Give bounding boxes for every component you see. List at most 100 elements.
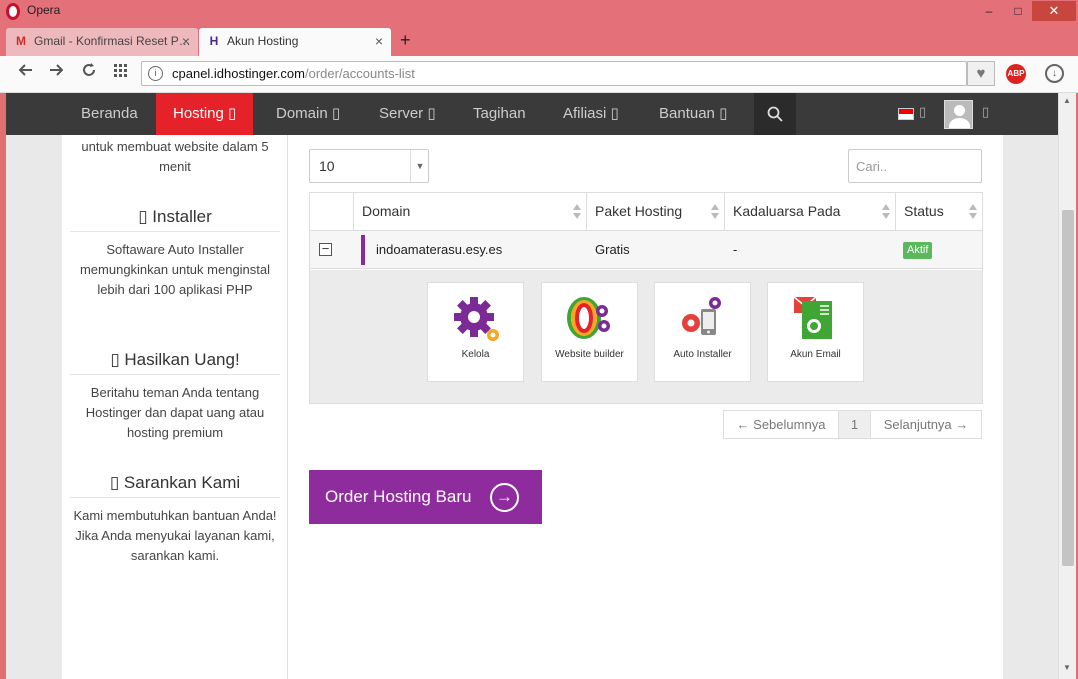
sort-icon [573, 204, 581, 220]
language-flag-icon[interactable] [898, 108, 914, 120]
action-website-builder-button[interactable]: Website builder [541, 282, 638, 382]
order-hosting-button[interactable]: Order Hosting Baru → [309, 470, 542, 524]
cell-domain: indoamaterasu.esy.es [376, 242, 503, 257]
close-window-button[interactable]: ✕ [1032, 1, 1076, 21]
nav-hosting[interactable]: Hosting ▯ [156, 93, 254, 141]
app-title[interactable]: Opera [27, 3, 60, 17]
scroll-up-icon[interactable]: ▲ [1063, 96, 1071, 105]
action-label: Auto Installer [673, 349, 732, 360]
sort-icon [969, 204, 977, 220]
sidebar-intro-text: untuk membuat website dalam 5 menit [81, 139, 269, 174]
reload-icon [83, 63, 95, 76]
scroll-down-icon[interactable]: ▼ [1063, 663, 1071, 672]
pagination-next-button[interactable]: Selanjutnya → [870, 410, 982, 439]
hostinger-icon: H [209, 34, 219, 48]
address-bar: i cpanel.idhostinger.com/order/accounts-… [0, 56, 1078, 93]
action-auto-installer-button[interactable]: Auto Installer [654, 282, 751, 382]
sidebar-title-hasilkan-uang: ▯ Hasilkan Uang! [70, 345, 280, 375]
table-row[interactable]: − indoamaterasu.esy.es Gratis - Aktif [310, 231, 982, 269]
nav-server[interactable]: Server ▯ [362, 93, 453, 135]
sidebar-title-sarankan-kami: ▯ Sarankan Kami [70, 468, 280, 498]
auto-installer-icon [682, 297, 721, 335]
language-caret-icon[interactable]: ▯ [919, 104, 926, 120]
nav-beranda[interactable]: Beranda [64, 93, 155, 135]
tab-gmail[interactable]: M Gmail - Konfirmasi Reset P… × [6, 28, 198, 56]
dropdown-caret-icon: ▯ [427, 105, 436, 122]
sort-icon [711, 204, 719, 220]
sidebar-title-installer: ▯ Installer [70, 202, 280, 232]
url-input[interactable]: i cpanel.idhostinger.com/order/accounts-… [141, 61, 967, 86]
table-search-input[interactable] [848, 149, 982, 183]
action-email-account-button[interactable]: Akun Email [767, 282, 864, 382]
page-viewport: Beranda Hosting ▯ Domain ▯ Server ▯ Tagi… [6, 93, 1058, 679]
back-button[interactable] [15, 63, 37, 83]
pagination-page-1[interactable]: 1 [838, 410, 871, 439]
user-menu-caret-icon[interactable]: ▯ [982, 104, 989, 120]
dropdown-caret-icon: ▯ [719, 105, 728, 122]
page-size-select[interactable]: 10 ▼ [309, 149, 429, 183]
bookmark-heart-button[interactable]: ♥ [967, 61, 995, 86]
column-header-status[interactable]: Status [896, 193, 982, 230]
tab-label: Akun Hosting [227, 34, 299, 48]
new-tab-button[interactable]: + [400, 30, 411, 51]
gear-icon [454, 297, 499, 341]
nav-search-button[interactable] [754, 93, 796, 135]
chevron-down-icon: ▼ [410, 150, 429, 182]
email-account-icon [793, 296, 832, 339]
reload-button[interactable] [78, 63, 100, 83]
accounts-table: Domain Paket Hosting Kadaluarsa Pada Sta… [309, 192, 983, 404]
nav-bantuan[interactable]: Bantuan ▯ [642, 93, 744, 135]
search-icon [767, 106, 783, 122]
avatar[interactable] [944, 100, 973, 129]
download-icon[interactable]: ↓ [1045, 64, 1064, 83]
tab-label: Gmail - Konfirmasi Reset P… [34, 34, 191, 48]
arrow-right-circle-icon: → [490, 483, 519, 512]
tab-close-button[interactable]: × [182, 28, 190, 54]
pagination-prev-button[interactable]: ← Sebelumnya [723, 410, 839, 439]
website-builder-icon [567, 297, 610, 339]
top-navigation: Beranda Hosting ▯ Domain ▯ Server ▯ Tagi… [6, 93, 1058, 141]
tab-bar: M Gmail - Konfirmasi Reset P… × H Akun H… [0, 24, 1078, 56]
forward-button[interactable] [45, 63, 67, 83]
opera-logo-icon[interactable] [6, 3, 20, 20]
cell-expires: - [733, 242, 738, 257]
sidebar-text-installer: Softaware Auto Installer memungkinkan un… [79, 242, 271, 297]
collapse-row-button[interactable]: − [319, 242, 332, 256]
nav-tagihan[interactable]: Tagihan [456, 93, 543, 135]
dropdown-caret-icon: ▯ [610, 105, 619, 122]
row-actions-panel: Kelola Website builder Auto Installer Ak… [310, 270, 982, 403]
scrollbar-thumb[interactable] [1062, 210, 1074, 566]
column-header-domain[interactable]: Domain [354, 193, 587, 230]
column-header-kadaluarsa[interactable]: Kadaluarsa Pada [725, 193, 896, 230]
dropdown-caret-icon: ▯ [228, 105, 237, 122]
column-header-paket[interactable]: Paket Hosting [587, 193, 725, 230]
table-header: Domain Paket Hosting Kadaluarsa Pada Sta… [310, 193, 982, 231]
dropdown-caret-icon: ▯ [331, 105, 341, 122]
action-label: Website builder [555, 349, 624, 360]
url-text: cpanel.idhostinger.com/order/accounts-li… [172, 66, 415, 81]
back-arrow-icon [18, 64, 32, 76]
order-hosting-label: Order Hosting Baru [325, 487, 472, 506]
maximize-button[interactable]: □ [1005, 2, 1031, 20]
column-header-toggle [310, 193, 354, 230]
speed-dial-button[interactable] [110, 63, 132, 83]
site-info-icon[interactable]: i [148, 66, 163, 81]
page-size-value: 10 [319, 158, 335, 174]
tab-close-button[interactable]: × [375, 28, 383, 54]
heart-icon: ♥ [976, 65, 986, 82]
action-label: Kelola [461, 349, 490, 360]
nav-domain[interactable]: Domain ▯ [259, 93, 357, 135]
window-titlebar: Opera – □ ✕ [0, 0, 1078, 24]
cell-package: Gratis [595, 242, 630, 257]
action-kelola-button[interactable]: Kelola [427, 282, 524, 382]
status-badge: Aktif [903, 242, 933, 259]
forward-arrow-icon [50, 64, 64, 76]
minimize-button[interactable]: – [976, 2, 1002, 20]
page-scrollbar[interactable]: ▲ ▼ [1058, 93, 1076, 679]
adblock-plus-icon[interactable]: ABP [1006, 64, 1026, 84]
sidebar-text-hasilkan-uang: Beritahu teman Anda tentang Hostinger da… [85, 385, 265, 440]
action-label: Akun Email [790, 349, 841, 360]
sidebar-text-sarankan-kami: Kami membutuhkan bantuan Anda! Jika Anda… [73, 508, 277, 563]
tab-akun-hosting[interactable]: H Akun Hosting × [199, 28, 391, 56]
nav-afiliasi[interactable]: Afiliasi ▯ [546, 93, 636, 135]
